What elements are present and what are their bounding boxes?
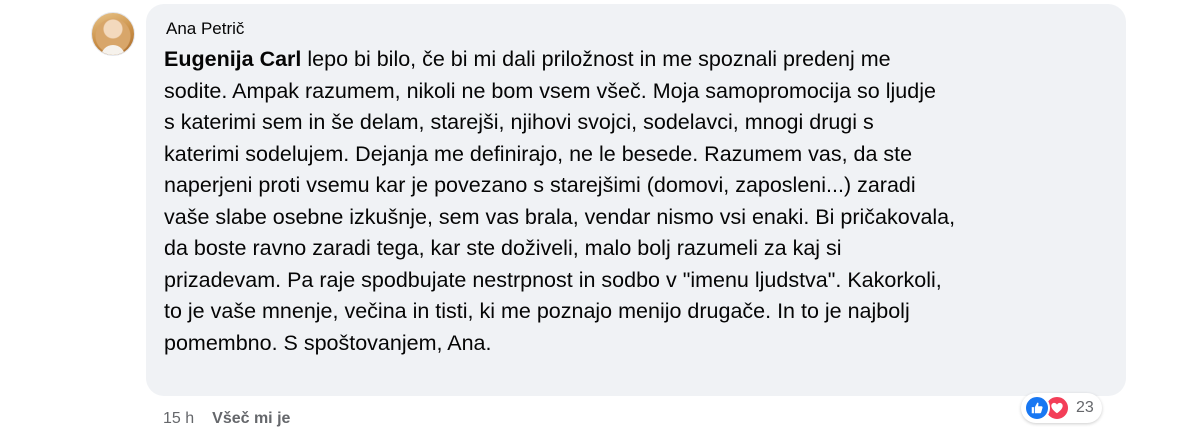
- comment-line: pomembno. S spoštovanjem, Ana.: [164, 330, 492, 355]
- comment-line: sodite. Ampak razumem, nikoli ne bom vse…: [164, 78, 936, 103]
- comment-line: to je vaše mnenje, večina in tisti, ki m…: [164, 299, 910, 323]
- comment-line: naperjeni proti vsemu kar je povezano s …: [164, 173, 916, 197]
- comment-timestamp[interactable]: 15 h: [163, 410, 194, 428]
- comment-footer: 15 h Všeč mi je: [163, 410, 290, 428]
- comment-line: prizadevam. Pa raje spodbujate nestrpnos…: [164, 267, 942, 292]
- avatar-figure: [101, 45, 125, 55]
- comment-line: vaše slabe osebne izkušnje, sem vas bral…: [164, 204, 956, 229]
- comment-author[interactable]: Ana Petrič: [166, 18, 1108, 40]
- like-icon: [1024, 395, 1050, 421]
- avatar[interactable]: [91, 12, 135, 56]
- comment-line: s katerimi sem in še delam, starejši, nj…: [164, 110, 874, 134]
- comment-line: da boste ravno zaradi tega, kar ste doži…: [164, 236, 842, 260]
- comment-bubble: Ana Petrič Eugenija Carl lepo bi bilo, č…: [146, 4, 1126, 396]
- reaction-count: 23: [1076, 399, 1094, 416]
- mention-link[interactable]: Eugenija Carl: [164, 47, 301, 71]
- comment-thread: Ana Petrič Eugenija Carl lepo bi bilo, č…: [0, 0, 1200, 440]
- comment-line: katerimi sodelujem. Dejanja me definiraj…: [164, 141, 913, 166]
- reactions-summary[interactable]: 23: [1021, 393, 1102, 423]
- comment-line: lepo bi bilo, če bi mi dali priložnost i…: [301, 47, 891, 71]
- comment-text: Eugenija Carl lepo bi bilo, če bi mi dal…: [164, 44, 1084, 359]
- like-button[interactable]: Všeč mi je: [212, 410, 290, 428]
